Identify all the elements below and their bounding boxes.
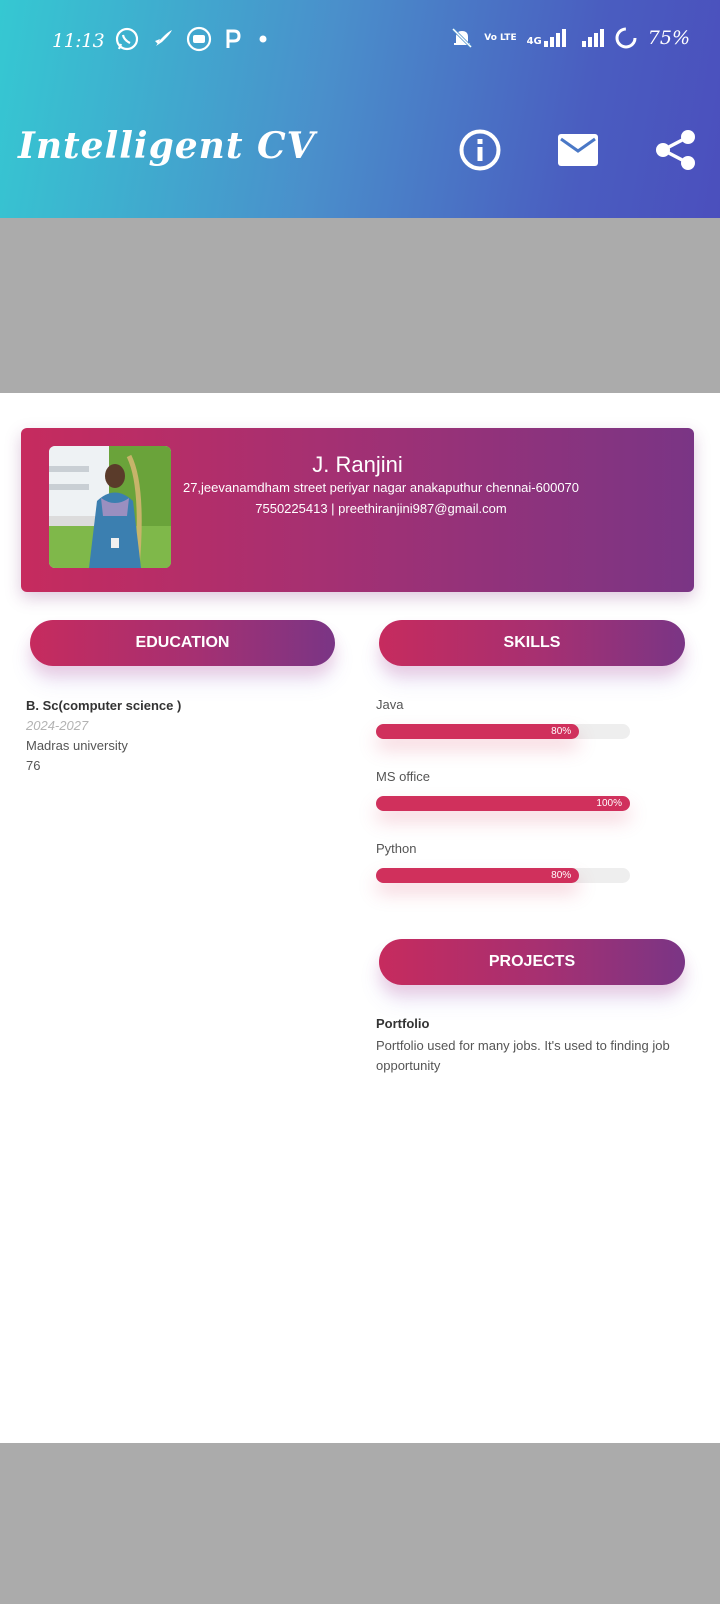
education-score: 76 xyxy=(26,758,41,773)
screen-record-icon xyxy=(186,26,212,52)
bell-off-icon xyxy=(452,27,473,49)
education-entry: B. Sc(computer science ) 2024-2027 Madra… xyxy=(26,696,181,776)
education-university: Madras university xyxy=(26,738,128,753)
rocket-icon xyxy=(155,30,172,46)
profile-card: J. Ranjini 27,jeevanamdham street periya… xyxy=(21,428,694,592)
skill-progress-fill: 80% xyxy=(376,724,580,739)
signal-4g-icon: 4G xyxy=(527,29,566,47)
candidate-address: 27,jeevanamdham street periyar nagar ana… xyxy=(182,480,580,495)
skill-label: MS office xyxy=(376,769,430,784)
volte-indicator: Vo LTE xyxy=(484,33,517,43)
network-label: 4G xyxy=(526,36,542,47)
battery-icon xyxy=(615,27,637,49)
skill-progress-fill: 80% xyxy=(376,868,580,883)
battery-percent: 75% xyxy=(647,27,690,49)
project-title: Portfolio xyxy=(376,1016,430,1031)
status-time: 11:13 xyxy=(52,30,105,52)
skill-progress-track: 80% xyxy=(376,868,630,883)
p-icon xyxy=(226,29,241,48)
projects-section-header: PROJECTS xyxy=(379,939,685,985)
skill-progress-fill: 100% xyxy=(376,796,630,811)
app-bar: 11:13 Vo LTE 4G 75% Intelligent CV xyxy=(0,0,720,218)
skills-section-header: SKILLS xyxy=(379,620,685,666)
education-section-header: EDUCATION xyxy=(30,620,335,666)
notification-icons xyxy=(114,26,272,52)
info-icon[interactable] xyxy=(458,128,502,172)
skill-item-java: Java 80% xyxy=(376,697,630,739)
education-degree: B. Sc(computer science ) xyxy=(26,698,182,713)
status-bar: 11:13 Vo LTE 4G 75% xyxy=(0,22,720,64)
skill-label: Java xyxy=(376,697,404,712)
project-description: Portfolio used for many jobs. It's used … xyxy=(376,1038,670,1073)
ad-banner-placeholder-bottom xyxy=(0,1443,720,1604)
app-title: Intelligent CV xyxy=(18,125,316,167)
skill-item-ms-office: MS office 100% xyxy=(376,769,630,811)
project-entry: Portfolio Portfolio used for many jobs. … xyxy=(376,1014,688,1076)
candidate-contact: 7550225413 | preethiranjini987@gmail.com xyxy=(255,501,507,516)
skill-item-python: Python 80% xyxy=(376,841,630,883)
skill-progress-track: 80% xyxy=(376,724,630,739)
share-icon[interactable] xyxy=(654,128,698,172)
name-text: J. Ranjini xyxy=(312,452,403,477)
ad-banner-placeholder xyxy=(0,218,720,393)
whatsapp-icon xyxy=(115,27,139,51)
signal-icon xyxy=(581,29,604,47)
mail-icon[interactable] xyxy=(556,128,600,172)
candidate-name: J. Ranjini xyxy=(21,452,694,478)
education-years: 2024-2027 xyxy=(26,718,89,733)
system-icons: Vo LTE 4G 75% xyxy=(450,26,690,50)
skill-progress-track: 100% xyxy=(376,796,630,811)
skill-label: Python xyxy=(376,841,417,856)
dot-icon xyxy=(259,35,267,43)
